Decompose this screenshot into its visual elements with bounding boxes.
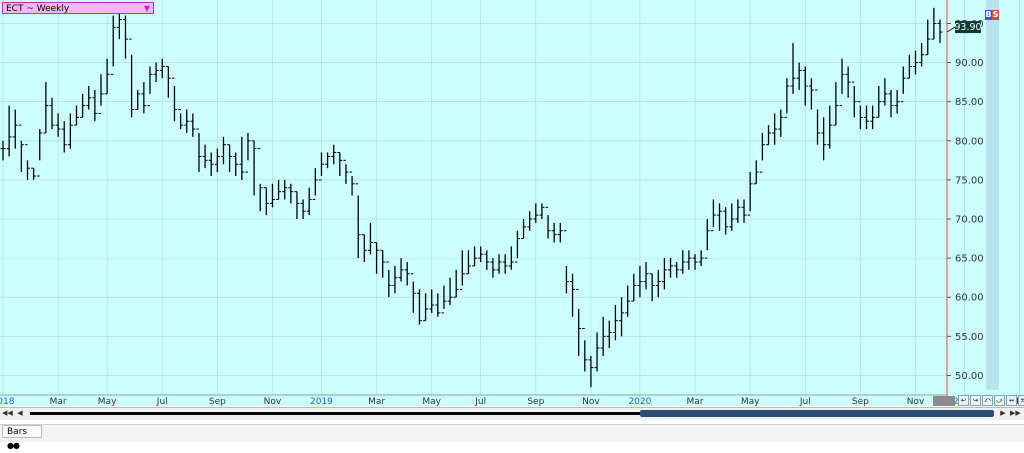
scroll-right-icon[interactable]: ▶	[998, 408, 1008, 418]
collapse-icon[interactable]: ⇆	[1018, 395, 1024, 406]
scroll-track[interactable]	[30, 412, 640, 415]
month-tick-label: Jul	[156, 397, 168, 406]
month-tick-label: Nov	[264, 397, 282, 406]
buy-label: B	[985, 10, 992, 20]
month-tick-label: Sep	[852, 397, 869, 406]
scroll-left-icon[interactable]: ◀	[15, 408, 25, 418]
tab-bars-label: Bars	[7, 427, 28, 437]
price-tick-label: 50.00	[955, 371, 984, 382]
month-tick-label: Mar	[368, 397, 385, 406]
month-tick-label: Nov	[582, 397, 600, 406]
status-bar	[0, 424, 1024, 442]
symbol-label: ECT ~ Weekly	[6, 4, 70, 14]
redo-icon[interactable]: ↪	[970, 395, 981, 406]
sell-label: S	[992, 10, 999, 20]
plot-background	[0, 0, 947, 395]
scroll-thumb[interactable]	[640, 410, 994, 417]
month-tick-label: May	[422, 397, 441, 406]
expand-icon[interactable]: ↔	[1006, 395, 1017, 406]
symbol-dropdown[interactable]: ECT ~ Weekly ▼	[2, 2, 154, 14]
scroll-last-icon[interactable]: ▶▶	[1010, 408, 1021, 418]
price-tick-label: 70.00	[955, 215, 984, 226]
binoculars-icon: ●●	[7, 441, 20, 450]
undo-icon[interactable]: ↩	[958, 395, 969, 406]
price-tick-label: 65.00	[955, 254, 984, 265]
buy-sell-badge[interactable]: BS	[985, 10, 999, 20]
year-tick-label: 2018	[0, 397, 15, 406]
date-axis-end-box	[933, 396, 955, 406]
price-tick-label: 60.00	[955, 293, 984, 304]
month-tick-label: Jul	[474, 397, 486, 406]
month-tick-label: Jul	[799, 397, 811, 406]
month-tick-label: Sep	[209, 397, 226, 406]
year-tick-label: 2019	[310, 397, 333, 406]
month-tick-label: May	[98, 397, 117, 406]
year-tick-label: 2020	[628, 397, 651, 406]
tab-bars[interactable]: Bars ●●	[2, 425, 42, 450]
price-tick-label: 75.00	[955, 175, 984, 186]
price-chart[interactable]: 50.00 55.00 60.00 65.00 70.00 75.00 80.00 85.00…	[0, 0, 1024, 406]
month-tick-label: Sep	[527, 397, 544, 406]
month-tick-label: Nov	[907, 397, 925, 406]
price-tick-label: 80.00	[955, 136, 984, 147]
chevron-down-icon: ▼	[143, 4, 150, 13]
month-tick-label: Mar	[687, 397, 704, 406]
price-tick-label: 90.00	[955, 58, 984, 69]
price-axis-scroll-strip[interactable]	[986, 0, 999, 390]
price-tick-label: 85.00	[955, 97, 984, 108]
month-tick-label: May	[741, 397, 760, 406]
price-tick-label: 55.00	[955, 332, 984, 343]
month-tick-label: Mar	[50, 397, 67, 406]
scroll-first-icon[interactable]: ◀◀	[2, 408, 13, 418]
chart-window: 50.00 55.00 60.00 65.00 70.00 75.00 80.00 85.00…	[0, 0, 1024, 450]
zoom-out-icon[interactable]: ⤺	[982, 395, 993, 406]
zoom-in-icon[interactable]: ⤻	[994, 395, 1005, 406]
last-price-label: 93.90	[954, 22, 981, 33]
